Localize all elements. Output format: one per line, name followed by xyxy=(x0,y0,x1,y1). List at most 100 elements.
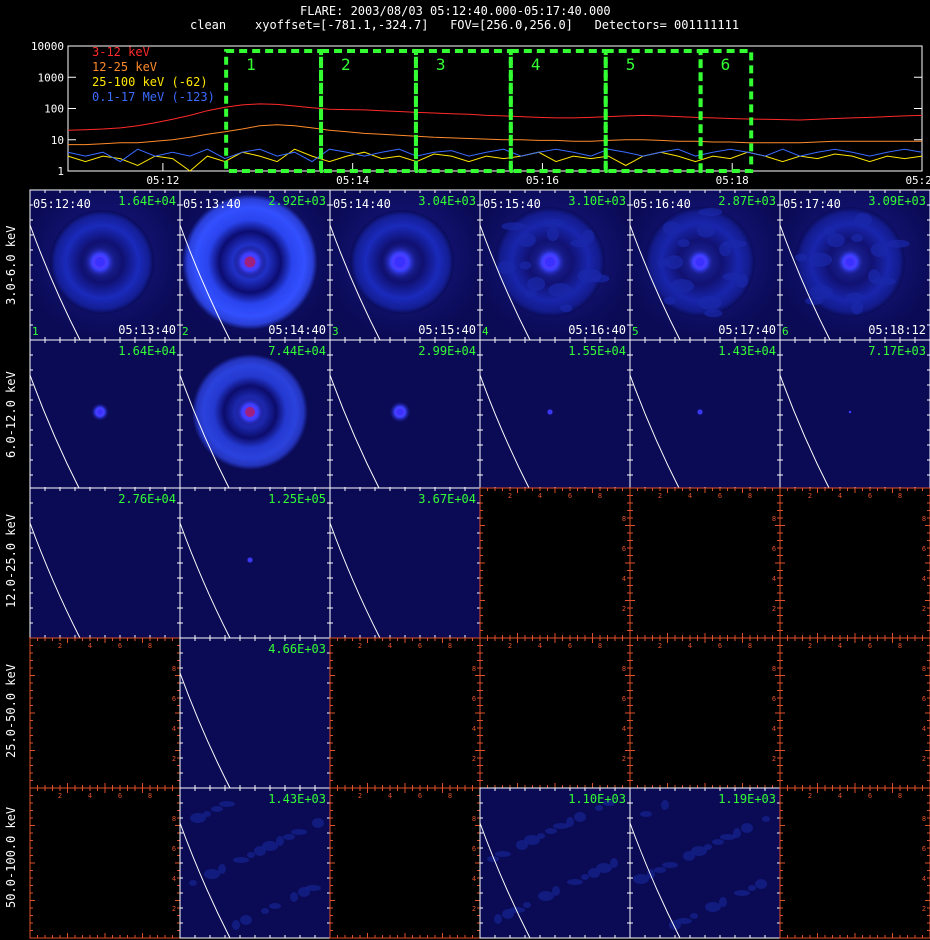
ytick-label: 1000 xyxy=(38,71,65,84)
noise-patch xyxy=(669,920,681,930)
row-label-2: 12.0-25.0 keV xyxy=(4,514,18,608)
panel-r4-c3: 1.10E+03 xyxy=(479,787,631,939)
patch xyxy=(805,296,824,305)
end-time-label: 05:17:40 xyxy=(718,323,776,337)
panel-r2-c4: 2 2 4 4 6 6 8 8 xyxy=(629,487,781,639)
empty-tick-label: 6 xyxy=(922,845,926,853)
solar-limb xyxy=(179,374,231,491)
noise-patch xyxy=(283,834,295,840)
empty-tick-label: 2 xyxy=(658,492,662,500)
source-glow xyxy=(533,245,567,279)
patch xyxy=(517,232,536,247)
noise-patch xyxy=(691,846,707,856)
noise-patch xyxy=(596,863,612,873)
noise-patch xyxy=(203,811,211,817)
map-background xyxy=(630,190,780,340)
end-time-label: 05:14:40 xyxy=(268,323,326,337)
series-line-2 xyxy=(67,148,923,172)
panel-frame xyxy=(29,487,181,639)
empty-tick-label: 6 xyxy=(868,642,872,650)
empty-tick-label: 8 xyxy=(148,642,152,650)
source-core xyxy=(545,257,555,267)
solar-limb xyxy=(179,522,231,639)
noise-patch xyxy=(719,897,727,907)
empty-tick-label: 2 xyxy=(808,792,812,800)
empty-tick-label: 6 xyxy=(622,695,626,703)
xtick-label: 05:20 xyxy=(905,174,930,187)
noise-patch xyxy=(595,805,603,811)
empty-tick-label: 8 xyxy=(748,642,752,650)
panel-r1-c1: 7.44E+04 xyxy=(179,339,331,491)
noise-patch xyxy=(662,862,678,868)
max-value-label: 1.43E+03 xyxy=(268,792,326,806)
noise-patch xyxy=(298,887,310,897)
solar-limb xyxy=(29,224,81,341)
noise-patch xyxy=(219,801,235,807)
max-value-label: 2.99E+04 xyxy=(418,344,476,358)
empty-tick-label: 8 xyxy=(622,665,626,673)
row-label-4: 50.0-100.0 keV xyxy=(4,806,18,908)
empty-tick-label: 4 xyxy=(88,792,92,800)
map-background xyxy=(630,340,780,490)
interval-label-5: 5 xyxy=(626,55,636,74)
map-background xyxy=(330,488,480,638)
empty-tick-label: 4 xyxy=(688,492,692,500)
max-value-label: 7.17E+03 xyxy=(868,344,926,358)
noise-patch xyxy=(305,885,321,891)
solar-limb xyxy=(329,224,381,341)
panel-r0-c3: 3.10E+03 05:15:40 05:16:40 4 xyxy=(479,189,631,341)
patch xyxy=(854,213,873,228)
noise-patch xyxy=(661,800,669,810)
panel-frame xyxy=(629,339,781,491)
patch xyxy=(736,273,749,288)
max-value-label: 1.25E+05 xyxy=(268,492,326,506)
source-core xyxy=(97,409,103,415)
max-value-label: 1.19E+03 xyxy=(718,792,776,806)
end-time-label: 05:15:40 xyxy=(418,323,476,337)
xtick-label: 05:16 xyxy=(526,174,559,187)
empty-tick-label: 4 xyxy=(922,575,926,583)
max-value-label: 7.44E+04 xyxy=(268,344,326,358)
empty-tick-label: 2 xyxy=(58,642,62,650)
start-time-label: 05:17:40 xyxy=(783,197,841,211)
empty-tick-label: 8 xyxy=(772,665,776,673)
solar-limb xyxy=(479,822,531,939)
noise-patch xyxy=(524,835,540,845)
end-time-label: 05:16:40 xyxy=(568,323,626,337)
panel-r2-c5: 2 2 4 4 6 6 8 8 xyxy=(779,487,930,639)
empty-tick-label: 4 xyxy=(922,725,926,733)
patch xyxy=(704,309,723,318)
noise-patch xyxy=(516,840,528,850)
max-value-label: 1.43E+04 xyxy=(718,344,776,358)
empty-tick-label: 4 xyxy=(88,642,92,650)
series-line-0 xyxy=(67,103,923,131)
patch xyxy=(808,252,833,267)
noise-patch xyxy=(633,874,649,884)
source-core xyxy=(845,257,855,267)
panel-r0-c4: 2.87E+03 05:16:40 05:17:40 5 xyxy=(629,189,781,341)
noise-patch xyxy=(495,851,511,857)
map-background xyxy=(30,340,180,490)
solar-limb xyxy=(29,374,81,491)
interval-number: 6 xyxy=(782,325,789,338)
noise-patch xyxy=(704,844,712,850)
empty-tick-label: 2 xyxy=(472,905,476,913)
panel-r1-c4: 1.43E+04 xyxy=(629,339,781,491)
noise-patch xyxy=(603,800,615,806)
series-line-1 xyxy=(68,124,922,146)
empty-panel-frame xyxy=(779,637,930,789)
noise-patch xyxy=(683,851,695,861)
lightcurve-frame xyxy=(67,45,923,172)
row-label-3: 25.0-50.0 keV xyxy=(4,664,18,758)
empty-tick-label: 4 xyxy=(472,875,476,883)
empty-tick-label: 4 xyxy=(538,492,542,500)
source-glow xyxy=(246,556,254,564)
patch xyxy=(546,227,559,242)
row-label-0: 3.0-6.0 keV xyxy=(4,225,18,305)
noise-patch xyxy=(254,846,266,856)
max-value-label: 4.66E+03 xyxy=(268,642,326,656)
legend-0.1-17: 0.1-17 MeV (-123) xyxy=(92,90,215,104)
noise-patch xyxy=(218,864,226,874)
empty-panel-frame xyxy=(479,487,631,639)
noise-patch xyxy=(523,902,531,908)
